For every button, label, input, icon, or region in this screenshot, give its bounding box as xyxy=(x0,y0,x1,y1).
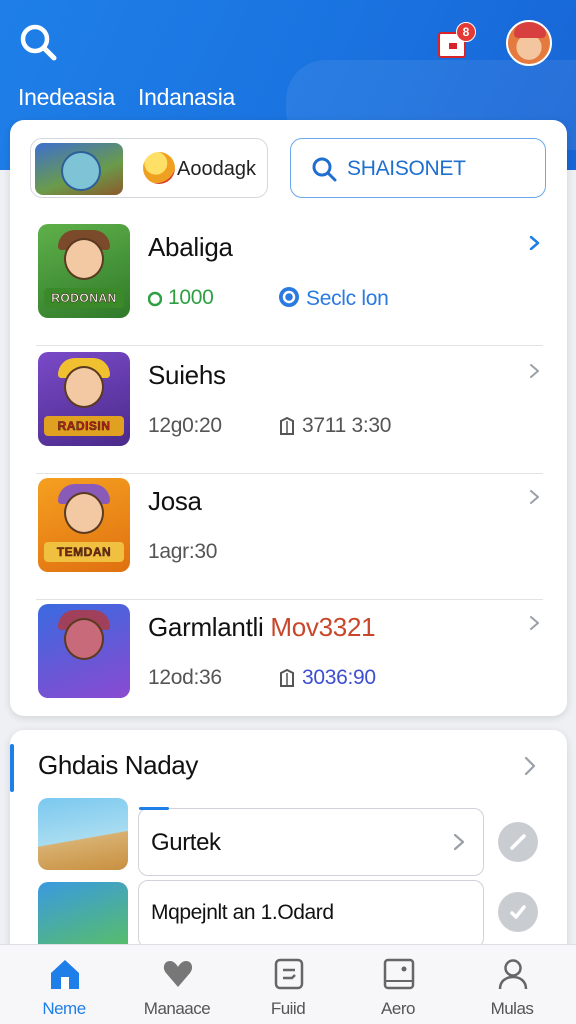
nav-label: Neme xyxy=(42,999,86,1018)
game-schedule: 3036:90 xyxy=(278,666,376,690)
search-label: SHAISONET xyxy=(347,157,466,180)
image-icon xyxy=(383,958,415,990)
section-title: Ghdais Naday xyxy=(38,750,198,780)
item-thumbnail xyxy=(38,798,128,870)
home-icon xyxy=(51,960,79,989)
heart-icon xyxy=(163,961,193,987)
coin-icon xyxy=(148,291,162,307)
calendar-icon xyxy=(280,417,294,435)
game-banner: RADISIN xyxy=(44,416,124,436)
game-time: 12g0:20 xyxy=(148,414,222,437)
game-thumbnail: RADISIN xyxy=(38,352,130,446)
game-row-1[interactable]: RODONAN Abaliga 1000 Seclc lon xyxy=(36,220,543,346)
nav-label: Aero xyxy=(381,999,415,1018)
game-row-3[interactable]: TEMDAN Josa 1agr:30 xyxy=(36,474,543,600)
chevron-right-icon xyxy=(530,490,539,504)
calendar-icon xyxy=(280,669,294,687)
game-title: Suiehs xyxy=(148,360,226,390)
game-row-2[interactable]: RADISIN Suiehs 12g0:20 3711 3:30 xyxy=(36,348,543,474)
bottom-nav: Neme Manaace Fuiid Aero Mulas xyxy=(0,944,576,1024)
header-tab-1[interactable]: Inedeasia xyxy=(18,84,115,111)
list-item[interactable]: Mqpejnlt an 1.Odard xyxy=(138,880,484,948)
featured-chip[interactable]: Aoodagk xyxy=(30,138,268,198)
document-icon xyxy=(274,958,304,990)
check-icon xyxy=(510,834,526,850)
list-item-label: Gurtek xyxy=(151,829,221,856)
check-button[interactable] xyxy=(498,822,538,862)
nav-label: Fuiid xyxy=(270,999,306,1018)
games-card: Aoodagk SHAISONET RODONAN Abaliga 1000 S… xyxy=(10,120,567,716)
profile-icon xyxy=(498,959,528,990)
list-item-label: Mqpejnlt an 1.Odard xyxy=(151,901,334,924)
section-card: Ghdais Naday Gurtek Mqpejnlt an 1.Odard xyxy=(10,730,567,960)
game-banner: TEMDAN xyxy=(44,542,124,562)
avatar[interactable] xyxy=(506,20,552,66)
search-field[interactable]: SHAISONET xyxy=(290,138,546,198)
game-title: Abaliga xyxy=(148,232,233,262)
chip-thumbnail xyxy=(35,143,123,195)
nav-feed[interactable]: Fuiid xyxy=(238,945,338,1024)
game-coins: 1000 xyxy=(148,286,214,310)
nav-label: Manaace xyxy=(143,999,211,1018)
chip-label: Aoodagk xyxy=(177,158,256,180)
nav-home[interactable]: Neme xyxy=(14,945,114,1024)
search-icon xyxy=(20,24,57,61)
nav-profile[interactable]: Mulas xyxy=(462,945,562,1024)
header-tab-2[interactable]: Indanasia xyxy=(138,84,235,111)
check-button[interactable] xyxy=(498,892,538,932)
game-row-4[interactable]: Garmlantli Mov3321 12od:36 3036:90 xyxy=(36,600,543,726)
game-title: Garmlantli Mov3321 xyxy=(148,612,376,642)
search-button[interactable] xyxy=(18,22,58,62)
game-title: Josa xyxy=(148,486,202,516)
game-time: 12od:36 xyxy=(148,666,222,689)
nav-label: Mulas xyxy=(490,999,534,1018)
list-item[interactable]: Gurtek xyxy=(138,807,484,876)
chevron-right-icon xyxy=(529,236,540,250)
chevron-right-icon xyxy=(530,616,539,630)
clock-icon xyxy=(279,287,299,307)
search-icon xyxy=(312,157,337,182)
chevron-right-icon[interactable] xyxy=(523,756,537,776)
nav-manage[interactable]: Manaace xyxy=(127,945,227,1024)
check-icon xyxy=(510,905,526,919)
notification-badge: 8 xyxy=(456,22,476,42)
game-thumbnail: TEMDAN xyxy=(38,478,130,572)
chevron-right-icon xyxy=(530,364,539,378)
game-section-link[interactable]: Seclc lon xyxy=(278,286,389,311)
nav-aero[interactable]: Aero xyxy=(348,945,448,1024)
game-time: 1agr:30 xyxy=(148,540,218,563)
chevron-right-icon xyxy=(453,833,465,851)
game-thumbnail xyxy=(38,604,130,698)
game-thumbnail: RODONAN xyxy=(38,224,130,318)
coin-icon xyxy=(143,152,175,184)
notification-button[interactable]: 8 xyxy=(438,22,476,58)
game-schedule: 3711 3:30 xyxy=(278,414,391,438)
game-banner: RODONAN xyxy=(44,288,124,308)
